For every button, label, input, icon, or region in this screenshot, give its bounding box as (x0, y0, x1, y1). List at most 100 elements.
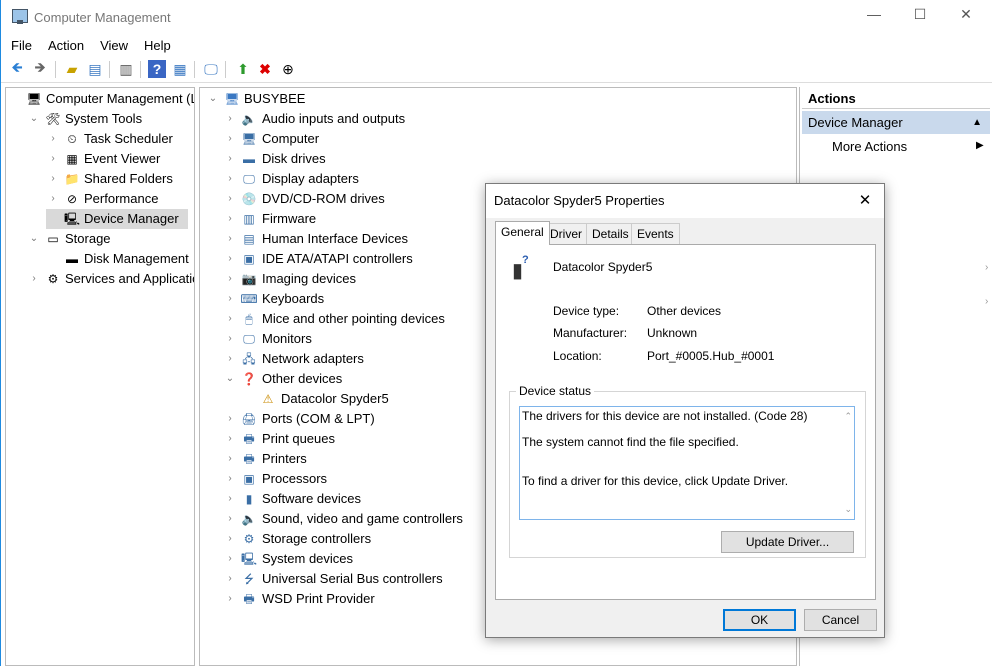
storage-controller-icon: ⚙ (243, 532, 255, 546)
chevron-icon[interactable]: › (225, 569, 235, 589)
scroll-down-icon[interactable]: ⌄ (844, 503, 852, 516)
menu-action[interactable]: Action (42, 35, 90, 56)
tree-item-label: Computer Management (Lo (46, 91, 195, 106)
keyboard-icon: ⌨ (240, 292, 258, 306)
device-type-value: Other devices (647, 304, 722, 318)
forward-arrow-icon[interactable]: 🡺 (31, 59, 49, 78)
actions-section-label: Device Manager (808, 115, 903, 130)
firmware-icon: ▥ (243, 212, 255, 226)
disable-device-icon[interactable]: ⊕ (279, 60, 297, 78)
update-driver-button[interactable]: Update Driver... (721, 531, 854, 553)
chevron-icon[interactable]: › (225, 229, 235, 249)
minimize-button[interactable]: — (851, 6, 897, 28)
chevron-icon[interactable]: › (225, 289, 235, 309)
chevron-icon[interactable]: › (225, 129, 235, 149)
port-icon: 🖨 (241, 412, 257, 426)
chevron-icon[interactable]: › (225, 309, 235, 329)
menu-help[interactable]: Help (138, 35, 177, 56)
chevron-icon[interactable]: › (225, 589, 235, 609)
device-label: Keyboards (262, 291, 325, 306)
chevron-icon[interactable]: › (48, 129, 58, 149)
performance-icon: ⊘ (66, 192, 78, 206)
tab-events[interactable]: Events (631, 223, 680, 244)
back-arrow-icon[interactable]: 🡸 (8, 59, 26, 78)
chevron-icon[interactable]: › (225, 509, 235, 529)
device-label: Other devices (262, 371, 343, 386)
disk-drive-icon: ▬ (243, 152, 255, 166)
tab-driver[interactable]: Driver (544, 223, 588, 244)
device-label: Human Interface Devices (262, 231, 408, 246)
properties-icon[interactable]: ▥ (117, 60, 135, 78)
up-folder-icon[interactable]: ▰ (63, 60, 81, 78)
view-icon[interactable]: ▦ (171, 60, 189, 78)
scan-hardware-icon[interactable]: 🖵 (202, 60, 220, 78)
chevron-icon[interactable]: ⌄ (29, 229, 39, 249)
update-driver-icon[interactable]: ⬆ (234, 60, 252, 78)
more-actions[interactable]: More Actions (832, 136, 907, 158)
chevron-icon[interactable]: ⌄ (29, 109, 39, 129)
chevron-icon[interactable]: › (225, 409, 235, 429)
chevron-icon[interactable] (10, 89, 20, 109)
unknown-device-icon: ▮? (512, 254, 529, 282)
cancel-button[interactable]: Cancel (804, 609, 877, 631)
device-label: Processors (262, 471, 328, 486)
scroll-up-icon[interactable]: ⌃ (844, 410, 852, 423)
chevron-icon[interactable]: › (225, 449, 235, 469)
uninstall-device-icon[interactable]: ✖ (256, 60, 274, 78)
camera-icon: 📷 (241, 272, 257, 286)
tab-details[interactable]: Details (586, 223, 635, 244)
chevron-icon[interactable]: ⌄ (225, 369, 235, 389)
device-label: Mice and other pointing devices (262, 311, 445, 326)
chevron-icon[interactable]: › (225, 489, 235, 509)
chevron-icon[interactable]: › (225, 329, 235, 349)
chevron-icon[interactable]: › (48, 189, 58, 209)
chevron-icon[interactable]: › (225, 249, 235, 269)
chevron-icon[interactable] (244, 389, 254, 409)
menu-file[interactable]: File (5, 35, 38, 56)
title-bar: Computer Management — ☐ ✕ (1, 0, 992, 34)
menu-view[interactable]: View (94, 35, 134, 56)
tree-item-label: Performance (84, 191, 159, 206)
ok-button[interactable]: OK (723, 609, 796, 631)
mouse-icon: 🖱 (245, 312, 253, 326)
chevron-icon[interactable]: › (225, 169, 235, 189)
device-label: Network adapters (262, 351, 364, 366)
chevron-icon[interactable] (48, 249, 58, 269)
actions-device-manager[interactable]: Device Manager ▲ (802, 111, 990, 134)
chevron-icon[interactable]: › (225, 349, 235, 369)
location-label: Location: (553, 349, 602, 363)
chevron-icon[interactable]: › (225, 209, 235, 229)
chevron-icon[interactable]: › (225, 429, 235, 449)
chevron-icon[interactable]: › (225, 149, 235, 169)
tree-item[interactable]: 🖳 Device Manager (46, 209, 188, 229)
tree-item-label: System Tools (65, 111, 143, 126)
show-hide-tree-icon[interactable]: ▤ (86, 60, 104, 78)
device-label: System devices (262, 551, 354, 566)
chevron-icon[interactable]: › (225, 549, 235, 569)
toolbar: 🡸 🡺 ▰ ▤ ▥ ? ▦ 🖵 ⬆ ✖ ⊕ (1, 57, 992, 83)
close-button[interactable]: ✕ (943, 6, 989, 28)
maximize-button[interactable]: ☐ (897, 6, 943, 28)
chevron-icon[interactable]: › (48, 149, 58, 169)
help-icon[interactable]: ? (148, 60, 166, 78)
chevron-icon[interactable]: › (29, 269, 39, 289)
tab-general[interactable]: General (495, 221, 550, 245)
chevron-icon[interactable]: › (225, 469, 235, 489)
chevron-icon[interactable]: › (48, 169, 58, 189)
manufacturer-value: Unknown (647, 326, 698, 340)
chevron-icon[interactable]: › (225, 269, 235, 289)
device-status-text[interactable]: The drivers for this device are not inst… (519, 406, 855, 520)
dialog-close-icon[interactable]: ✕ (852, 188, 878, 214)
collapse-triangle-icon[interactable]: ▲ (972, 111, 982, 134)
device-label: DVD/CD-ROM drives (262, 191, 385, 206)
device-label: Print queues (262, 431, 335, 446)
chevron-icon[interactable]: › (225, 189, 235, 209)
chevron-icon[interactable]: › (225, 109, 235, 129)
chevron-icon[interactable]: › (225, 529, 235, 549)
device-root-label: BUSYBEE (244, 91, 306, 106)
chevron-icon[interactable] (48, 209, 58, 229)
device-status-group: Device status The drivers for this devic… (509, 384, 866, 558)
window-title: Computer Management (34, 10, 171, 25)
device-status-label: Device status (516, 384, 595, 398)
device-label: IDE ATA/ATAPI controllers (262, 251, 413, 266)
